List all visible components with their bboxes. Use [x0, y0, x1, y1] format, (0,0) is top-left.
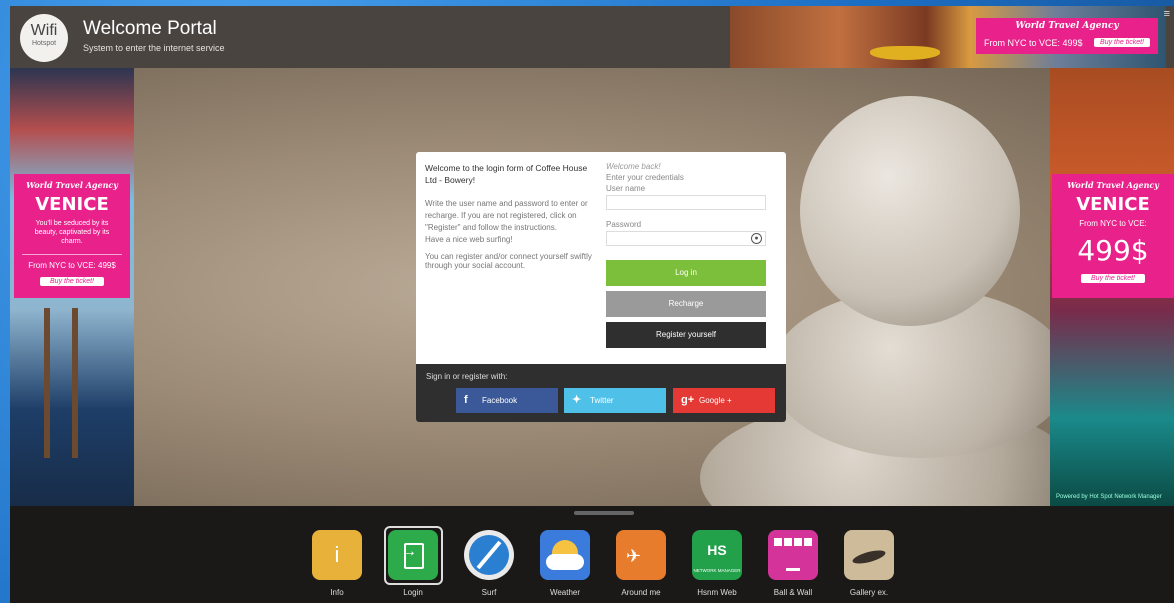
dock-item-ball-wall[interactable]: Ball & Wall: [763, 530, 823, 597]
device-frame: Wifi Hotspot Welcome Portal System to en…: [0, 0, 1174, 603]
login-social-note: You can register and/or connect yourself…: [425, 252, 592, 270]
logo-main-text: Wifi: [30, 22, 58, 39]
top-banner-ticket-button[interactable]: Buy the ticket!: [1094, 38, 1150, 47]
hsnm-icon: HS NETWORK MANAGER: [692, 530, 742, 580]
login-surfing-note: Have a nice web surfing!: [425, 235, 513, 244]
dock-label-login: Login: [403, 588, 423, 597]
password-field[interactable]: [606, 231, 766, 246]
social-login-bar: Sign in or register with: f Facebook ✦ T…: [416, 364, 786, 422]
dock-handle[interactable]: [574, 511, 634, 515]
dock-label-info: Info: [330, 588, 344, 597]
dock-item-weather[interactable]: Weather: [535, 530, 595, 597]
twitter-icon: ✦: [572, 394, 582, 406]
gondola-image: [870, 46, 940, 60]
dock-label-around-me: Around me: [621, 588, 661, 597]
password-wrapper: ●: [606, 231, 766, 246]
login-button[interactable]: Log in: [606, 260, 766, 286]
google-button[interactable]: g+ Google +: [673, 388, 775, 413]
right-ad-box: World Travel Agency VENICE From NYC to V…: [1052, 174, 1174, 298]
app-dock: i Info Login Surf Weather Around me: [10, 506, 1174, 603]
weather-icon: [540, 530, 590, 580]
login-info-column: Welcome to the login form of Coffee Hous…: [425, 162, 595, 270]
google-label: Google +: [699, 396, 732, 405]
stone-image: [800, 96, 1020, 326]
dock-label-surf: Surf: [481, 588, 497, 597]
top-banner-agency: World Travel Agency: [1015, 21, 1119, 31]
dock-item-info[interactable]: i Info: [307, 530, 367, 597]
right-ad-title: VENICE: [1076, 194, 1150, 215]
dock-label-gallery: Gallery ex.: [849, 588, 889, 597]
page-subtitle: System to enter the internet service: [83, 43, 225, 53]
dock-label-ball-wall: Ball & Wall: [773, 588, 813, 597]
register-button[interactable]: Register yourself: [606, 322, 766, 348]
hsnm-icon-text: HS: [707, 542, 727, 558]
left-ad-agency: World Travel Agency: [26, 180, 118, 190]
mooring-pole: [44, 308, 50, 458]
right-ad-agency: World Travel Agency: [1067, 180, 1159, 190]
facebook-button[interactable]: f Facebook: [456, 388, 558, 413]
gallery-icon: [844, 530, 894, 580]
hsnm-icon-subtext: NETWORK MANAGER: [693, 568, 741, 573]
powered-by-text: Powered by Hot Spot Network Manager: [1056, 494, 1162, 500]
welcome-back-text: Welcome back!: [606, 162, 661, 171]
wifi-hotspot-logo: Wifi Hotspot: [20, 14, 68, 62]
left-ad[interactable]: World Travel Agency VENICE You'll be sed…: [10, 68, 134, 506]
dock-label-weather: Weather: [549, 588, 581, 597]
login-form: Welcome to the login form of Coffee Hous…: [416, 152, 786, 422]
login-icon: [388, 530, 438, 580]
left-ad-title: VENICE: [35, 194, 109, 215]
right-ad-route: From NYC to VCE:: [1079, 219, 1147, 228]
menu-icon[interactable]: ≡: [1164, 8, 1170, 20]
twitter-label: Twitter: [590, 396, 614, 405]
dock-label-hsnm-web: Hsnm Web: [697, 588, 737, 597]
dock-item-surf[interactable]: Surf: [459, 530, 519, 597]
left-ad-route: From NYC to VCE: 499$: [22, 254, 122, 270]
recharge-button[interactable]: Recharge: [606, 291, 766, 317]
dock-item-around-me[interactable]: Around me: [611, 530, 671, 597]
dock-item-gallery[interactable]: Gallery ex.: [839, 530, 899, 597]
header: Wifi Hotspot Welcome Portal System to en…: [10, 6, 1174, 68]
enter-credentials-text: Enter your credentials: [606, 173, 684, 182]
top-banner-route: From NYC to VCE: 499$: [984, 38, 1083, 48]
login-heading: Welcome to the login form of Coffee Hous…: [425, 163, 588, 185]
page-title: Welcome Portal: [83, 18, 217, 39]
game-icon: [768, 530, 818, 580]
info-icon: i: [312, 530, 362, 580]
login-credentials-column: Welcome back! Enter your credentials Use…: [606, 162, 766, 348]
mooring-pole: [72, 308, 78, 458]
social-label: Sign in or register with:: [426, 372, 508, 381]
username-label: User name: [606, 184, 646, 193]
dock-item-hsnm-web[interactable]: HS NETWORK MANAGER Hsnm Web: [687, 530, 747, 597]
right-ad[interactable]: World Travel Agency VENICE From NYC to V…: [1050, 68, 1174, 506]
top-banner-box: World Travel Agency From NYC to VCE: 499…: [976, 18, 1158, 54]
twitter-button[interactable]: ✦ Twitter: [564, 388, 666, 413]
map-icon: [616, 530, 666, 580]
portal-screen: Wifi Hotspot Welcome Portal System to en…: [10, 6, 1174, 603]
show-password-icon[interactable]: ●: [751, 233, 762, 244]
dock-item-login[interactable]: Login: [383, 530, 443, 597]
left-ad-description: You'll be seduced by its beauty, captiva…: [34, 220, 110, 245]
right-ad-ticket-button[interactable]: Buy the ticket!: [1081, 274, 1145, 283]
facebook-icon: f: [464, 394, 468, 406]
left-ad-box: World Travel Agency VENICE You'll be sed…: [14, 174, 130, 298]
password-label: Password: [606, 220, 642, 229]
left-ad-ticket-button[interactable]: Buy the ticket!: [40, 277, 104, 286]
top-banner-ad[interactable]: World Travel Agency From NYC to VCE: 499…: [730, 6, 1166, 68]
username-field[interactable]: [606, 195, 766, 210]
right-ad-price: 499$: [1077, 234, 1149, 267]
google-plus-icon: g+: [681, 394, 695, 406]
login-instructions: Write the user name and password to ente…: [425, 199, 588, 232]
facebook-label: Facebook: [482, 396, 518, 405]
logo-sub-text: Hotspot: [31, 40, 57, 47]
compass-icon: [464, 530, 514, 580]
